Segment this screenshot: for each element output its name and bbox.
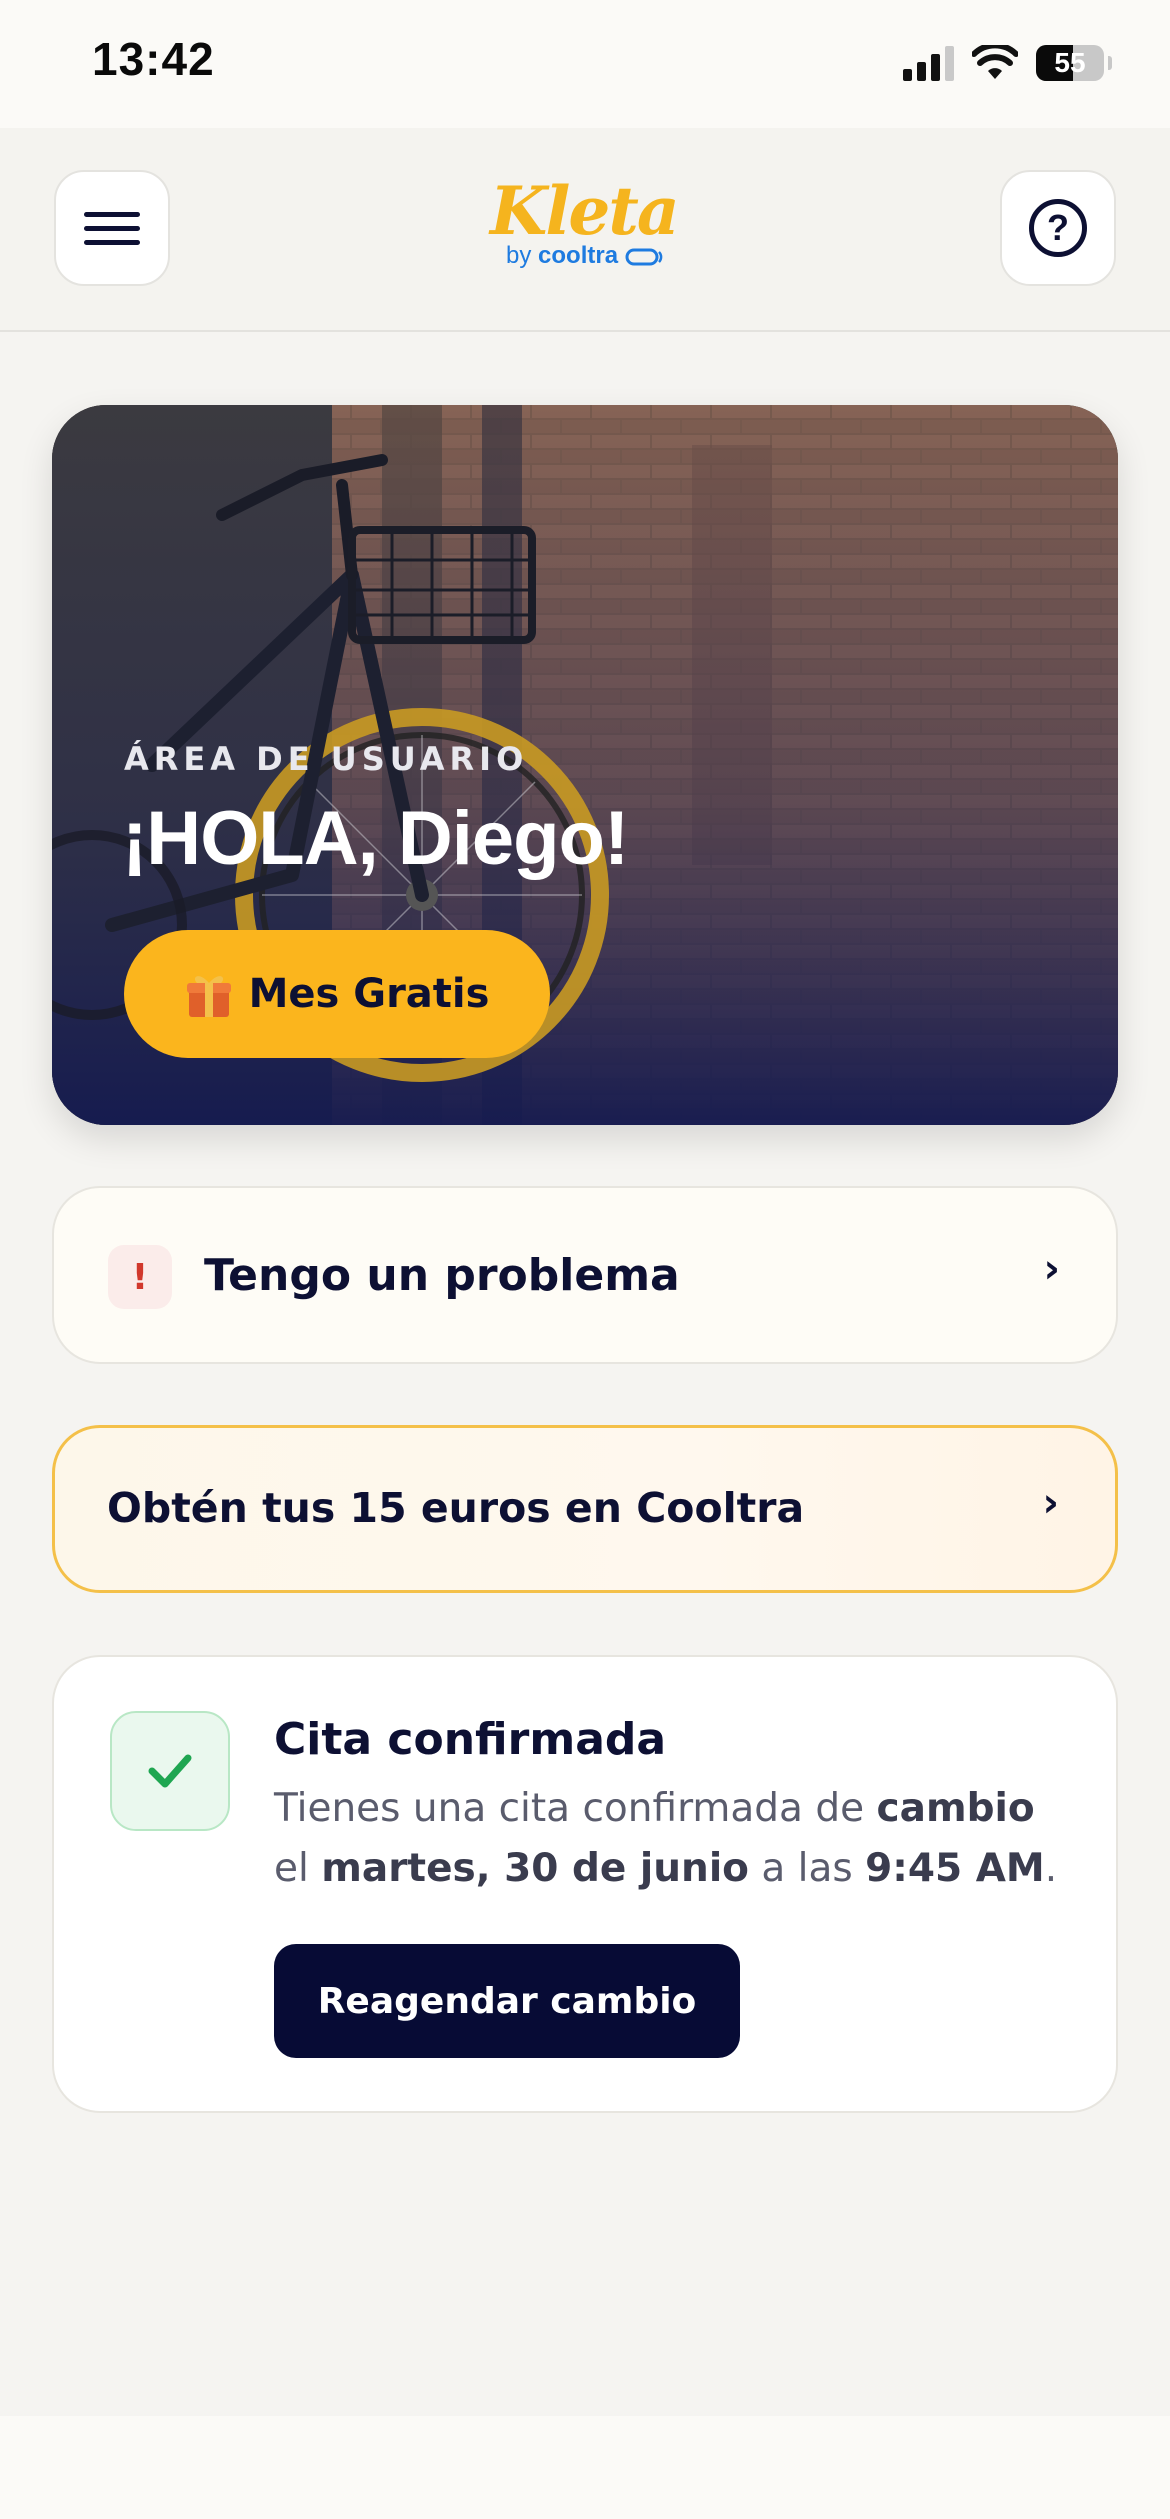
free-month-button[interactable]: Mes Gratis	[124, 930, 550, 1058]
menu-button[interactable]	[54, 170, 170, 286]
check-icon	[148, 1754, 192, 1788]
top-nav: Kleta by cooltra ?	[0, 128, 1170, 332]
appointment-type: cambio	[876, 1786, 1035, 1831]
logo-sub-prefix: by	[506, 242, 532, 269]
chevron-right-icon: ›	[1043, 1246, 1060, 1292]
chevron-right-icon: ›	[1042, 1480, 1059, 1526]
report-problem-card[interactable]: ! Tengo un problema ›	[52, 1186, 1118, 1364]
report-problem-label: Tengo un problema	[204, 1250, 680, 1301]
gift-icon	[186, 976, 231, 1017]
appointment-description: Tienes una cita confirmada de cambio el …	[274, 1786, 1058, 1891]
promo-label: Obtén tus 15 euros en Cooltra	[107, 1484, 805, 1532]
wifi-icon	[972, 45, 1018, 79]
kleta-logo[interactable]: Kleta by cooltra	[490, 172, 680, 282]
hero-banner: ÁREA DE USUARIO ¡HOLA, Diego! Mes Gratis	[52, 405, 1118, 1125]
logo-wordmark: Kleta	[490, 172, 680, 250]
alert-icon: !	[108, 1245, 172, 1309]
question-circle-icon: ?	[1029, 199, 1087, 257]
bottom-safe-area	[0, 2416, 1170, 2519]
status-time: 13:42	[92, 33, 215, 85]
hero-eyebrow: ÁREA DE USUARIO	[124, 740, 529, 778]
status-bar: 13:42 55	[0, 0, 1170, 128]
logo-subline: by cooltra	[506, 242, 665, 270]
cooltra-logo-icon	[625, 248, 663, 266]
battery-icon: 55	[1036, 45, 1104, 81]
appointment-date: martes, 30 de junio	[321, 1846, 749, 1891]
cellular-signal-icon	[903, 45, 954, 81]
status-icons: 55	[903, 40, 1112, 86]
battery-tip	[1108, 56, 1112, 70]
free-month-label: Mes Gratis	[248, 971, 490, 1017]
greeting-title: ¡HOLA, Diego!	[122, 796, 629, 881]
logo-sub-brand: cooltra	[538, 242, 619, 269]
confirmed-badge	[110, 1711, 230, 1831]
battery-level: 55	[1054, 47, 1086, 78]
appointment-title: Cita confirmada	[274, 1714, 667, 1765]
appointment-time: 9:45 AM	[865, 1846, 1045, 1891]
reschedule-button[interactable]: Reagendar cambio	[274, 1944, 740, 2058]
hamburger-menu-icon	[84, 203, 140, 254]
help-button[interactable]: ?	[1000, 170, 1116, 286]
cooltra-promo-card[interactable]: Obtén tus 15 euros en Cooltra ›	[52, 1425, 1118, 1593]
appointment-card: Cita confirmada Tienes una cita confirma…	[52, 1655, 1118, 2113]
